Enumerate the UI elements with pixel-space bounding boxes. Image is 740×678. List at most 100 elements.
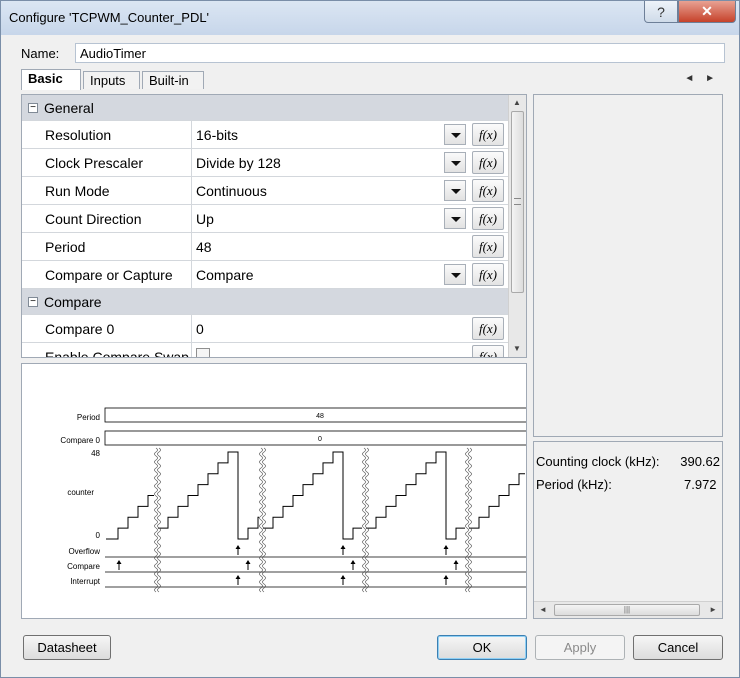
counter-waveform-segment xyxy=(263,451,362,540)
param-value[interactable]: 16-bits xyxy=(196,127,238,143)
param-name: Run Mode xyxy=(22,177,192,204)
overflow-event-arrow-head xyxy=(443,545,449,549)
dropdown-arrow-icon[interactable] xyxy=(444,124,466,145)
dialog-body: Name: Basic Inputs Built-in ◄ ► − Genera… xyxy=(9,35,733,671)
scroll-up-icon[interactable]: ▲ xyxy=(513,98,521,107)
fx-button[interactable]: f(x) xyxy=(472,317,504,340)
time-break-marker xyxy=(157,447,161,593)
time-break-marker xyxy=(259,447,263,593)
compare-event-arrow-head xyxy=(116,560,122,564)
fx-button[interactable]: f(x) xyxy=(472,123,504,146)
fx-button[interactable]: f(x) xyxy=(472,151,504,174)
overflow-event-arrow-head xyxy=(235,545,241,549)
apply-button[interactable]: Apply xyxy=(535,635,625,660)
counter-waveforms xyxy=(106,447,525,593)
param-row-compare-or-capture[interactable]: Compare or Capture Compare f(x) xyxy=(22,261,508,289)
scroll-right-icon[interactable]: ► xyxy=(709,605,717,614)
period-khz-value: 7.972 xyxy=(684,477,717,492)
category-compare[interactable]: − Compare xyxy=(22,289,508,315)
counter-max-label: 48 xyxy=(91,449,100,458)
collapse-icon[interactable]: − xyxy=(28,103,38,113)
param-row-count-direction[interactable]: Count Direction Up f(x) xyxy=(22,205,508,233)
category-label: General xyxy=(44,100,94,116)
time-break-marker xyxy=(468,447,472,593)
param-value[interactable]: Compare xyxy=(196,267,254,283)
param-row-enable-compare-swap[interactable]: Enable Compare Swap f(x) xyxy=(22,343,508,357)
overflow-signal-label: Overflow xyxy=(68,547,100,556)
fx-button[interactable]: f(x) xyxy=(472,263,504,286)
counter-waveform-segment xyxy=(106,495,154,540)
counting-clock-label: Counting clock (kHz): xyxy=(536,454,660,469)
parameter-grid: − General Resolution 16-bits f(x) Clock … xyxy=(21,94,527,358)
window-title: Configure 'TCPWM_Counter_PDL' xyxy=(9,10,210,25)
time-break-marker xyxy=(465,447,469,593)
time-break-marker xyxy=(262,447,266,593)
title-bar: Configure 'TCPWM_Counter_PDL' ? ✕ xyxy=(1,1,739,35)
param-row-clock-prescaler[interactable]: Clock Prescaler Divide by 128 f(x) xyxy=(22,149,508,177)
param-value[interactable]: 48 xyxy=(196,239,212,255)
param-row-resolution[interactable]: Resolution 16-bits f(x) xyxy=(22,121,508,149)
info-scrollbar[interactable]: ◄ ||| ► xyxy=(534,601,722,618)
time-break-marker xyxy=(362,447,366,593)
compare0-signal-label: Compare 0 xyxy=(60,436,100,445)
scroll-thumb[interactable]: ||| xyxy=(554,604,700,616)
preview-panel xyxy=(533,94,723,437)
period-signal-label: Period xyxy=(77,413,100,422)
ok-button[interactable]: OK xyxy=(437,635,527,660)
time-break-marker xyxy=(365,447,369,593)
tab-built-in[interactable]: Built-in xyxy=(142,71,204,89)
tab-inputs[interactable]: Inputs xyxy=(83,71,140,89)
param-row-compare-0[interactable]: Compare 0 0 f(x) xyxy=(22,315,508,343)
param-value[interactable]: 0 xyxy=(196,321,204,337)
help-button[interactable]: ? xyxy=(644,1,678,23)
interrupt-signal-label: Interrupt xyxy=(70,577,101,586)
fx-button[interactable]: f(x) xyxy=(472,345,504,357)
counter-min-label: 0 xyxy=(96,531,101,540)
counter-waveform-segment xyxy=(158,451,259,540)
grid-scrollbar[interactable]: ▲ ▼ xyxy=(508,95,526,357)
param-name: Clock Prescaler xyxy=(22,149,192,176)
param-name: Enable Compare Swap xyxy=(22,343,192,357)
scroll-thumb[interactable] xyxy=(511,111,524,293)
period-bar-value: 48 xyxy=(316,413,324,420)
name-input[interactable] xyxy=(75,43,725,63)
category-label: Compare xyxy=(44,294,102,310)
datasheet-button[interactable]: Datasheet xyxy=(23,635,111,660)
compare-event-arrow-head xyxy=(245,560,251,564)
interrupt-event-arrow-head xyxy=(340,575,346,579)
compare-signal-label: Compare xyxy=(67,562,100,571)
time-break-marker xyxy=(154,447,158,593)
param-row-run-mode[interactable]: Run Mode Continuous f(x) xyxy=(22,177,508,205)
interrupt-event-arrow-head xyxy=(443,575,449,579)
compare0-bar xyxy=(104,430,526,446)
close-button[interactable]: ✕ xyxy=(678,1,736,23)
param-row-period[interactable]: Period 48 f(x) xyxy=(22,233,508,261)
scroll-down-icon[interactable]: ▼ xyxy=(513,344,521,353)
scroll-left-icon[interactable]: ◄ xyxy=(539,605,547,614)
counter-waveform-segment xyxy=(469,473,525,529)
fx-button[interactable]: f(x) xyxy=(472,235,504,258)
compare-event-arrow-head xyxy=(350,560,356,564)
timing-diagram-svg: Period Compare 0 48 counter 0 Overflow C… xyxy=(60,407,526,593)
fx-button[interactable]: f(x) xyxy=(472,179,504,202)
cancel-button[interactable]: Cancel xyxy=(633,635,723,660)
enable-compare-swap-checkbox[interactable] xyxy=(196,348,210,357)
fx-button[interactable]: f(x) xyxy=(472,207,504,230)
compare0-bar-value: 0 xyxy=(318,436,322,443)
tab-scroll-arrows-icon[interactable]: ◄ ► xyxy=(684,73,719,84)
category-general[interactable]: − General xyxy=(22,95,508,121)
param-value[interactable]: Up xyxy=(196,211,214,227)
counter-waveform-segment xyxy=(366,451,465,540)
param-name: Period xyxy=(22,233,192,260)
param-value[interactable]: Divide by 128 xyxy=(196,155,281,171)
dropdown-arrow-icon[interactable] xyxy=(444,264,466,285)
help-icon: ? xyxy=(657,3,665,20)
tab-basic[interactable]: Basic xyxy=(21,69,81,90)
dropdown-arrow-icon[interactable] xyxy=(444,152,466,173)
collapse-icon[interactable]: − xyxy=(28,297,38,307)
param-name: Count Direction xyxy=(22,205,192,232)
param-value[interactable]: Continuous xyxy=(196,183,267,199)
timing-diagram: Period Compare 0 48 counter 0 Overflow C… xyxy=(21,363,527,619)
dropdown-arrow-icon[interactable] xyxy=(444,180,466,201)
dropdown-arrow-icon[interactable] xyxy=(444,208,466,229)
